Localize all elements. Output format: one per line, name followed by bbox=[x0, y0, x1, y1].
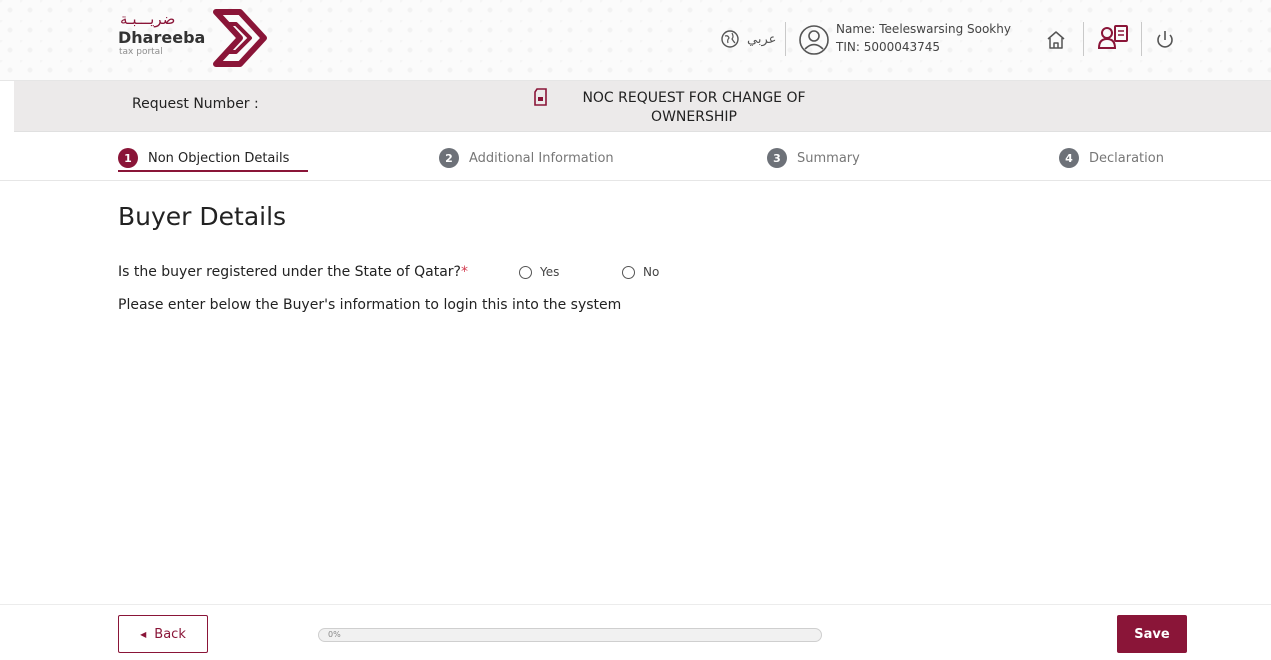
header-divider bbox=[785, 22, 786, 56]
app-header: ضريـــبـة Dhareeba tax portal عربي Name:… bbox=[0, 0, 1271, 81]
globe-icon[interactable] bbox=[720, 29, 740, 49]
power-icon[interactable] bbox=[1153, 28, 1177, 52]
save-button-label: Save bbox=[1134, 626, 1170, 642]
document-icon bbox=[534, 88, 547, 106]
request-bar: Request Number : NOC REQUEST FOR CHANGE … bbox=[14, 81, 1271, 132]
request-title: NOC REQUEST FOR CHANGE OF OWNERSHIP bbox=[582, 90, 806, 125]
radio-yes[interactable]: Yes bbox=[519, 265, 559, 279]
buyer-registered-question: Is the buyer registered under the State … bbox=[118, 264, 468, 280]
dhareeba-logo-icon[interactable] bbox=[206, 6, 270, 70]
radio-no[interactable]: No bbox=[622, 265, 659, 279]
step-number-badge: 4 bbox=[1059, 148, 1079, 168]
back-button-label: Back bbox=[154, 626, 186, 642]
step-label: Non Objection Details bbox=[148, 150, 290, 166]
step-label: Additional Information bbox=[469, 150, 614, 166]
logo-name: Dhareeba bbox=[118, 28, 206, 47]
caret-left-icon: ◀ bbox=[140, 629, 147, 639]
step-number-badge: 2 bbox=[439, 148, 459, 168]
language-toggle-link[interactable]: عربي bbox=[747, 32, 776, 47]
step-additional-information[interactable]: 2 Additional Information bbox=[439, 147, 614, 169]
header-divider bbox=[1141, 22, 1142, 56]
logo-subtitle: tax portal bbox=[119, 47, 163, 57]
radio-circle[interactable] bbox=[622, 265, 635, 279]
question-text: Is the buyer registered under the State … bbox=[118, 264, 461, 280]
save-button[interactable]: Save bbox=[1117, 615, 1187, 653]
request-number-label: Request Number : bbox=[132, 96, 259, 112]
step-number-badge: 3 bbox=[767, 148, 787, 168]
step-label: Declaration bbox=[1089, 150, 1164, 166]
radio-yes-label: Yes bbox=[540, 265, 560, 279]
user-avatar-icon[interactable] bbox=[798, 24, 830, 56]
step-declaration[interactable]: 4 Declaration bbox=[1059, 147, 1164, 169]
buyer-info-instructions: Please enter below the Buyer's informati… bbox=[118, 297, 622, 313]
header-divider bbox=[1083, 22, 1084, 56]
back-button[interactable]: ◀ Back bbox=[118, 615, 208, 653]
progress-text: 0% bbox=[328, 630, 341, 639]
active-step-indicator bbox=[118, 170, 308, 172]
step-summary[interactable]: 3 Summary bbox=[767, 147, 860, 169]
home-icon[interactable] bbox=[1044, 28, 1068, 52]
users-icon[interactable] bbox=[1096, 22, 1130, 54]
step-non-objection-details[interactable]: 1 Non Objection Details bbox=[118, 147, 289, 169]
page-title: Buyer Details bbox=[118, 202, 287, 231]
radio-circle[interactable] bbox=[519, 265, 532, 279]
step-number-badge: 1 bbox=[118, 148, 138, 168]
user-name-text: Name: Teeleswarsing Sookhy bbox=[836, 22, 1011, 36]
radio-no-label: No bbox=[643, 265, 660, 279]
stepper: 1 Non Objection Details 2 Additional Inf… bbox=[0, 132, 1271, 181]
user-tin-text: TIN: 5000043745 bbox=[836, 40, 941, 54]
required-marker: * bbox=[460, 264, 468, 280]
footer-divider bbox=[0, 604, 1271, 605]
step-label: Summary bbox=[797, 150, 860, 166]
progress-bar: 0% bbox=[318, 628, 822, 642]
logo-arabic-text: ضريـــبـة bbox=[120, 10, 176, 28]
